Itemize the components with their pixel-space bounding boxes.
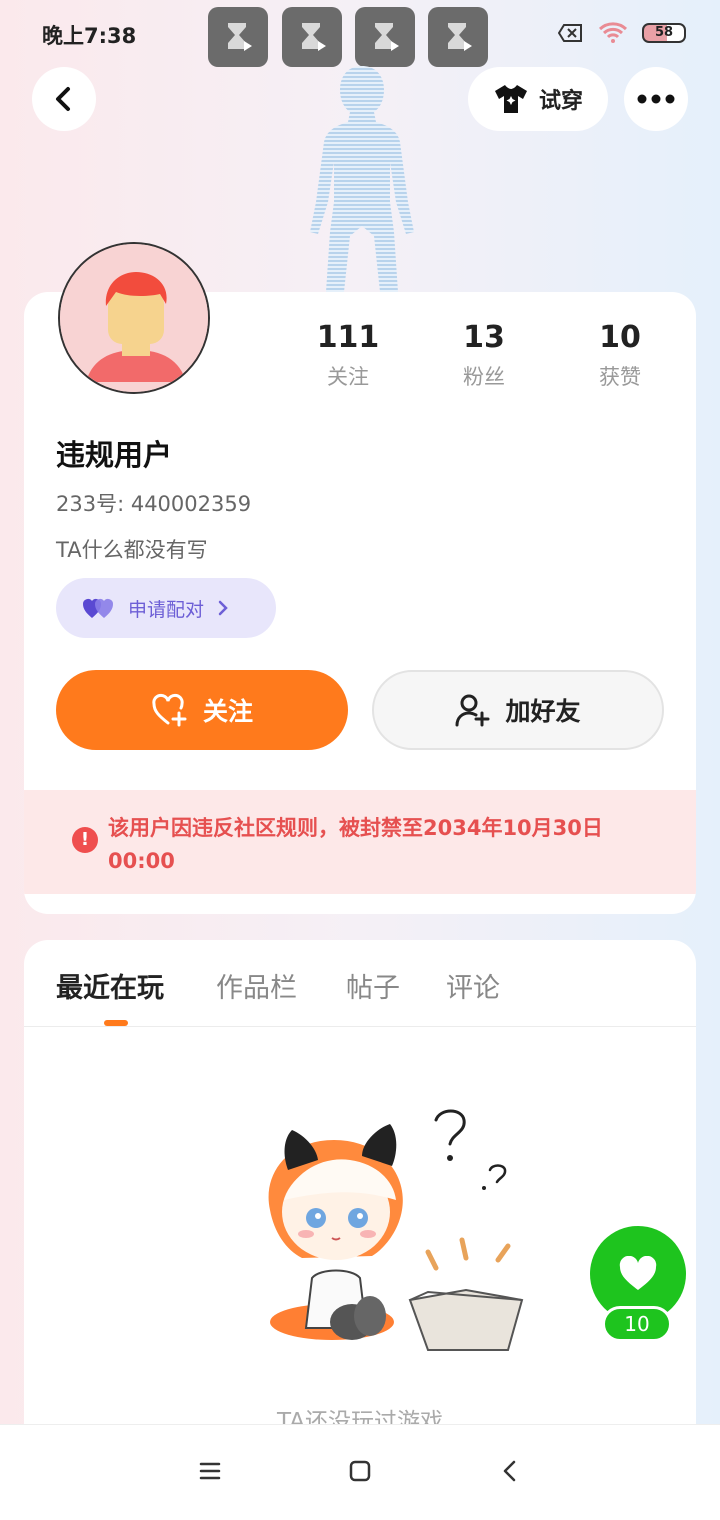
- back-icon[interactable]: [498, 1459, 522, 1487]
- status-time: 晚上7:38: [42, 24, 137, 48]
- divider: [24, 1026, 696, 1027]
- stat-following[interactable]: 111 关注: [288, 320, 408, 391]
- status-bar: 晚上7:38 58: [0, 0, 720, 68]
- stat-label: 粉丝: [463, 365, 505, 389]
- add-friend-label: 加好友: [505, 697, 581, 726]
- empty-state-illustration: [240, 1100, 530, 1356]
- tshirt-icon: [494, 85, 527, 113]
- alert-icon: !: [72, 827, 98, 853]
- chevron-left-icon: [56, 87, 70, 111]
- menu-icon[interactable]: [198, 1459, 222, 1487]
- stat-label: 关注: [327, 365, 369, 389]
- follow-label: 关注: [202, 697, 253, 726]
- heart-plus-icon: [152, 693, 187, 727]
- follow-button[interactable]: 关注: [56, 670, 348, 750]
- stat-label: 获赞: [599, 365, 641, 389]
- stat-fans[interactable]: 13 粉丝: [424, 320, 544, 391]
- default-avatar-icon: [60, 244, 208, 392]
- tab-posts[interactable]: 帖子: [346, 966, 400, 1005]
- tryon-button[interactable]: 试穿: [468, 67, 608, 131]
- double-heart-icon: [83, 599, 113, 618]
- sim-x-icon: [558, 24, 582, 42]
- add-friend-button[interactable]: 加好友: [372, 670, 664, 750]
- ban-notice-text: 该用户因违反社区规则，被封禁至2034年10月30日 00:00: [108, 816, 603, 873]
- avatar[interactable]: [58, 242, 210, 394]
- hourglass-video-icon: [282, 7, 342, 67]
- ban-notice: ! 该用户因违反社区规则，被封禁至2034年10月30日 00:00: [24, 790, 696, 894]
- user-id: 233号: 440002359: [56, 492, 252, 516]
- system-nav-bar: [0, 1424, 720, 1520]
- apply-pair-button[interactable]: 申请配对: [56, 578, 276, 638]
- tab-works[interactable]: 作品栏: [216, 966, 297, 1005]
- wifi-icon: [598, 22, 628, 43]
- add-user-icon: [455, 694, 490, 727]
- content-card: 最近在玩 作品栏 帖子 评论 TA还没玩过游戏: [24, 940, 696, 1500]
- chevron-right-icon: [218, 600, 228, 616]
- back-button[interactable]: [32, 67, 96, 131]
- battery-indicator: 58: [642, 23, 686, 43]
- like-count: 10: [602, 1306, 672, 1342]
- stat-value: 13: [463, 320, 505, 355]
- hourglass-video-icon: [355, 7, 415, 67]
- hourglass-video-icon: [428, 7, 488, 67]
- user-bio: TA什么都没有写: [56, 538, 208, 562]
- more-dots-icon: [637, 94, 675, 104]
- status-icons: 58: [558, 22, 686, 44]
- tab-recent-play[interactable]: 最近在玩: [56, 966, 164, 1005]
- stat-value: 10: [599, 320, 641, 355]
- heart-icon: [619, 1256, 657, 1290]
- pair-label: 申请配对: [128, 598, 205, 621]
- stat-value: 111: [316, 320, 380, 355]
- hourglass-video-icon: [208, 7, 268, 67]
- stat-likes[interactable]: 10 获赞: [560, 320, 680, 391]
- username: 违规用户: [56, 438, 173, 472]
- avatar-3d-figure: [300, 60, 424, 292]
- more-button[interactable]: [624, 67, 688, 131]
- home-icon[interactable]: [348, 1459, 372, 1487]
- tryon-label: 试穿: [538, 89, 583, 114]
- tab-comments[interactable]: 评论: [446, 966, 500, 1005]
